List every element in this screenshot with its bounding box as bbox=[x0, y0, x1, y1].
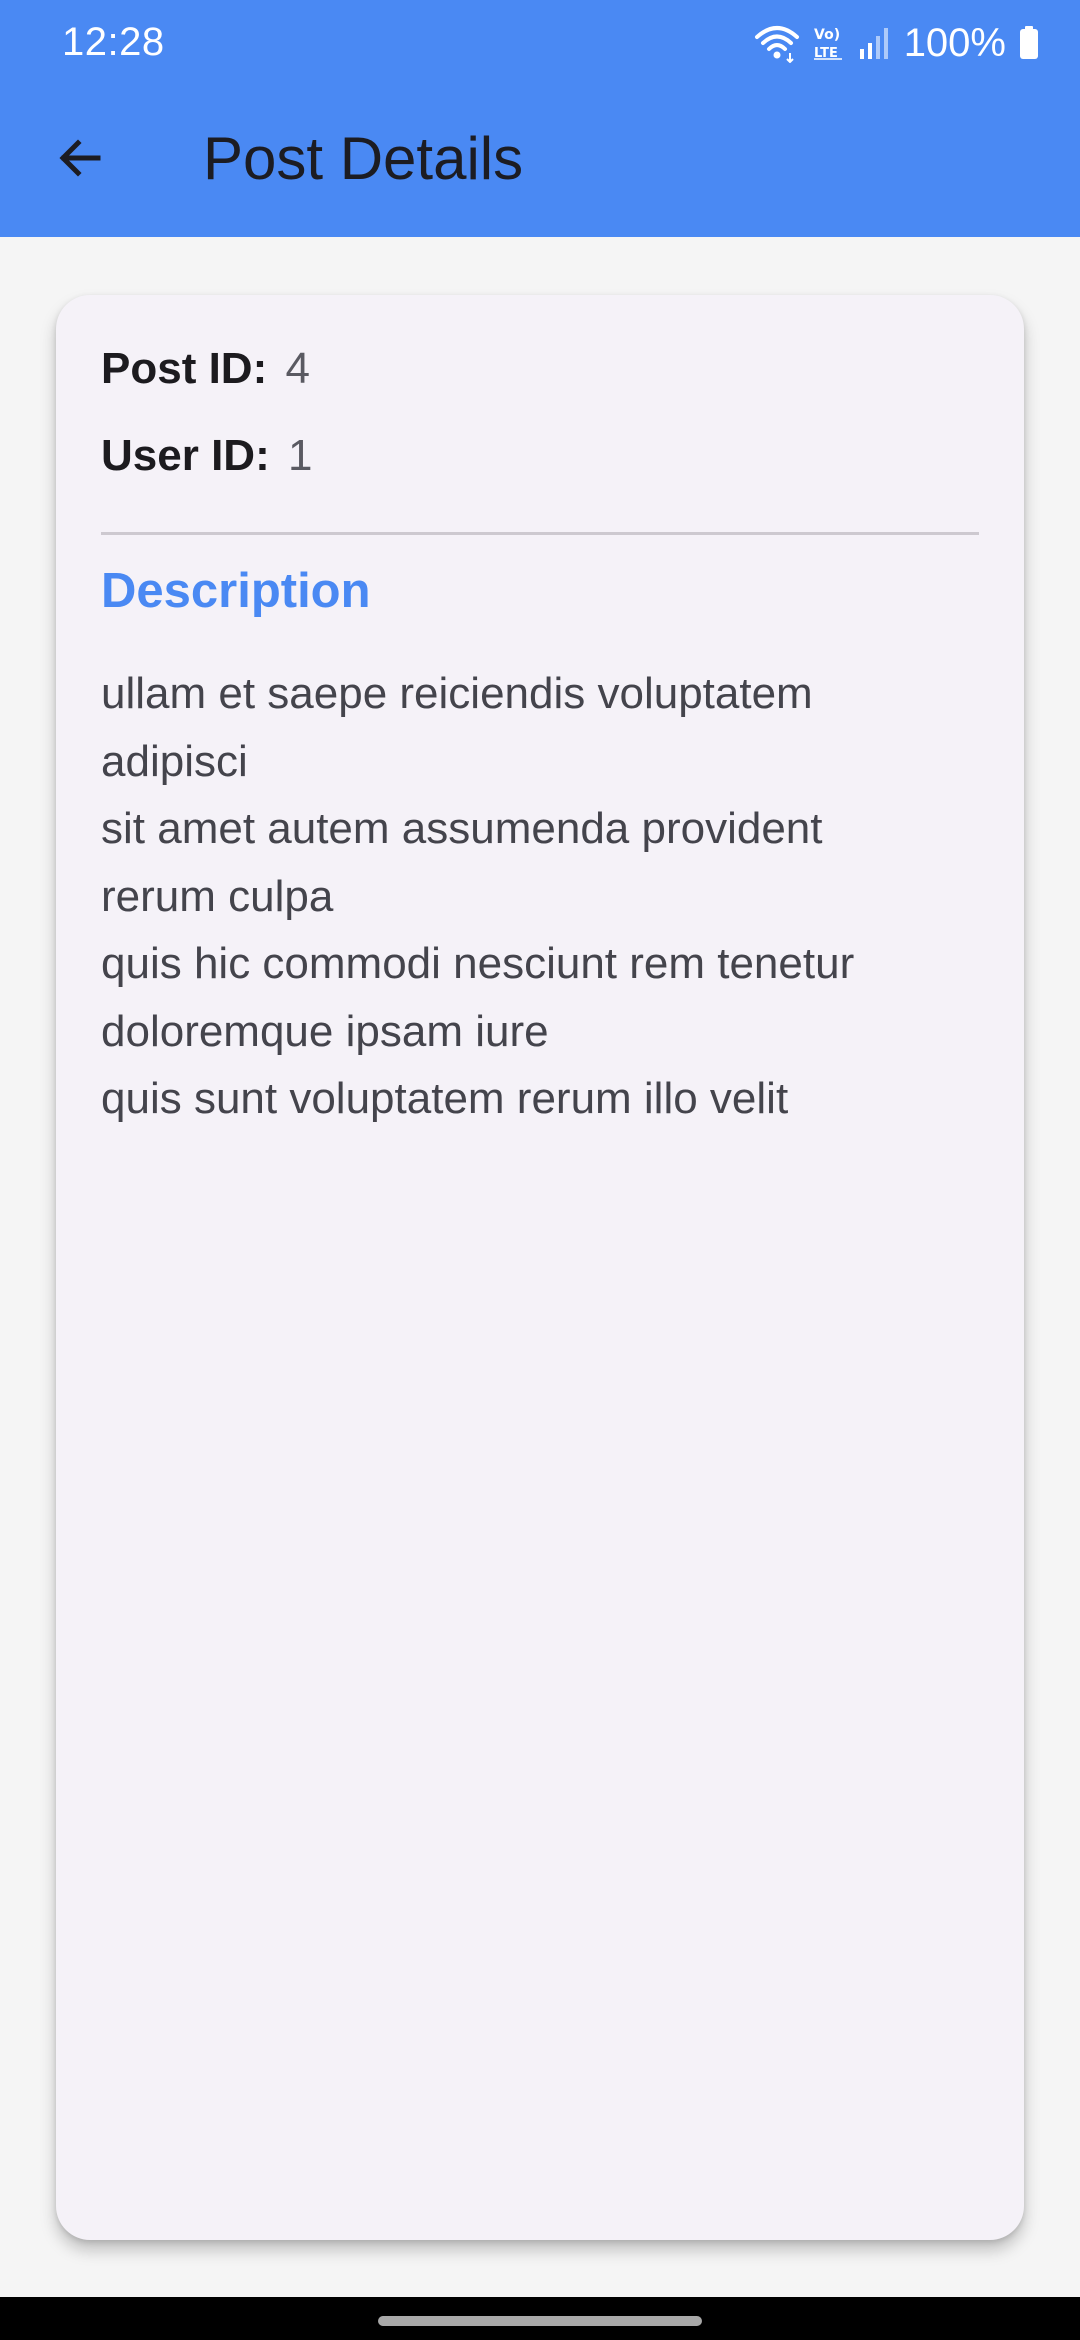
back-button[interactable] bbox=[40, 120, 120, 200]
post-id-row: Post ID: 4 bbox=[101, 343, 310, 396]
user-id-label: User ID: bbox=[101, 431, 270, 480]
description-body: ullam et saepe reiciendis voluptatem adi… bbox=[101, 669, 855, 1123]
user-id-value: 1 bbox=[287, 431, 313, 480]
arrow-back-icon bbox=[52, 130, 108, 191]
signal-icon bbox=[858, 23, 888, 63]
volte-icon: Vo) LTE bbox=[812, 23, 846, 63]
battery-icon bbox=[1018, 23, 1040, 63]
app-header: 12:28 Vo) LTE 100% Post Details bbox=[0, 0, 1080, 237]
user-id-row: User ID: 1 bbox=[101, 430, 312, 483]
status-time: 12:28 bbox=[62, 20, 165, 64]
app-bar: Post Details bbox=[0, 90, 1080, 237]
description-title: Description bbox=[101, 564, 371, 618]
system-navigation-bar bbox=[0, 2297, 1080, 2340]
post-detail-card: Post ID: 4 User ID: 1 Description ullam … bbox=[56, 295, 1024, 2240]
home-gesture-handle[interactable] bbox=[378, 2316, 702, 2326]
post-details-screen: 12:28 Vo) LTE 100% Post Details Post ID:… bbox=[0, 0, 1080, 2340]
post-id-label: Post ID: bbox=[101, 344, 268, 393]
battery-percent: 100% bbox=[903, 20, 1006, 65]
wifi-icon bbox=[754, 23, 800, 63]
svg-text:Vo): Vo) bbox=[814, 27, 840, 43]
page-title: Post Details bbox=[203, 125, 524, 192]
post-id-value: 4 bbox=[285, 344, 310, 393]
status-bar: 12:28 Vo) LTE 100% bbox=[0, 0, 1080, 90]
divider bbox=[101, 532, 979, 535]
status-icons: Vo) LTE 100% bbox=[754, 18, 1040, 68]
